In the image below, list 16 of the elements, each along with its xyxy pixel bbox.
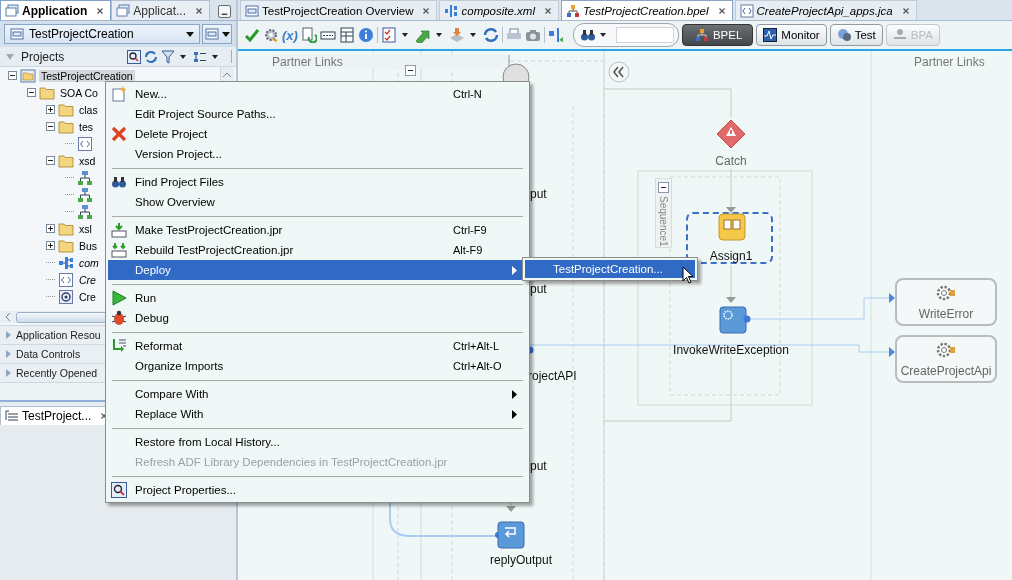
column-header: Partner Links <box>272 55 510 69</box>
node-label: Assign1 <box>708 249 754 263</box>
shortcut-label: Ctrl-N <box>453 88 483 100</box>
shortcut-label: Ctrl-F9 <box>453 224 488 236</box>
sequence-label: Sequence1 <box>658 196 669 247</box>
node-label: InvokeWriteException <box>672 343 790 357</box>
node-label: Catch <box>714 154 748 168</box>
node-label: put <box>530 187 547 201</box>
node-label: put <box>530 459 547 473</box>
node-label: replyOutput <box>488 553 553 567</box>
section-title: Projects <box>21 49 65 64</box>
shortcut-label: Alt-F9 <box>453 244 484 256</box>
column-header: Partner Links <box>914 55 985 69</box>
shortcut-label: Ctrl+Alt-O <box>453 360 503 372</box>
node-label: put <box>530 282 547 296</box>
shortcut-label: Ctrl+Alt-L <box>453 340 501 352</box>
